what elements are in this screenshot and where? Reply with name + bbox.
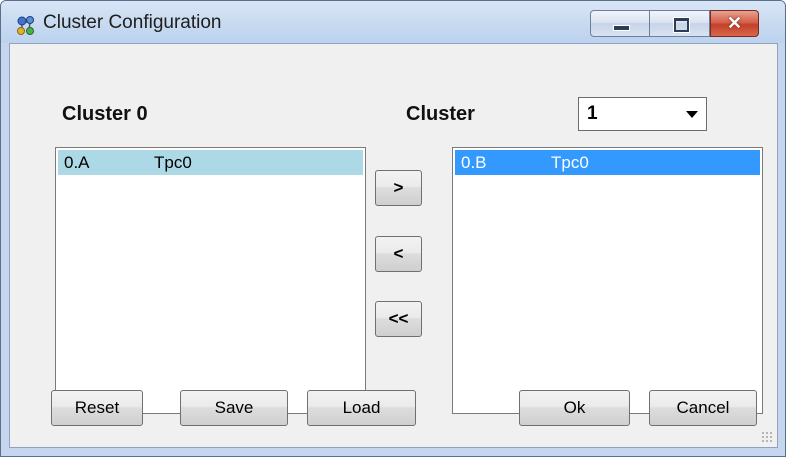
right-cluster-heading: Cluster: [406, 103, 475, 125]
minimize-icon: [613, 25, 630, 31]
cluster-configuration-window: Cluster Configuration ✕ Cluster 0 Cluste…: [0, 0, 786, 457]
list-item[interactable]: 0.A Tpc0: [58, 150, 363, 175]
close-icon: ✕: [726, 13, 743, 33]
title-bar[interactable]: Cluster Configuration ✕: [1, 1, 785, 43]
ok-button[interactable]: Ok: [519, 390, 630, 426]
move-left-button[interactable]: <: [375, 236, 422, 272]
cluster-select[interactable]: 1: [578, 97, 707, 131]
left-cluster-list[interactable]: 0.A Tpc0: [55, 147, 366, 414]
chevron-down-icon[interactable]: [686, 111, 698, 118]
load-button[interactable]: Load: [307, 390, 416, 426]
reset-button[interactable]: Reset: [51, 390, 143, 426]
maximize-button[interactable]: [650, 10, 710, 37]
window-title: Cluster Configuration: [43, 12, 222, 33]
list-item-value: Tpc0: [551, 153, 589, 172]
left-cluster-heading: Cluster 0: [62, 103, 148, 125]
list-item-name: 0.B: [461, 153, 487, 172]
move-right-button[interactable]: >: [375, 170, 422, 206]
dialog-client-area: Cluster 0 Cluster 1 0.A Tpc0 > < << 0.B …: [9, 43, 778, 448]
right-cluster-list[interactable]: 0.B Tpc0: [452, 147, 763, 414]
list-item-value: Tpc0: [154, 153, 192, 172]
move-all-left-button[interactable]: <<: [375, 301, 422, 337]
resize-grip-icon[interactable]: [761, 431, 773, 443]
maximize-icon: [674, 18, 689, 32]
cancel-button[interactable]: Cancel: [649, 390, 757, 426]
cluster-network-icon: [17, 16, 34, 35]
list-item-name: 0.A: [64, 153, 90, 172]
cluster-select-value: 1: [587, 103, 598, 124]
save-button[interactable]: Save: [180, 390, 288, 426]
minimize-button[interactable]: [590, 10, 650, 37]
close-button[interactable]: ✕: [710, 10, 759, 37]
list-item[interactable]: 0.B Tpc0: [455, 150, 760, 175]
